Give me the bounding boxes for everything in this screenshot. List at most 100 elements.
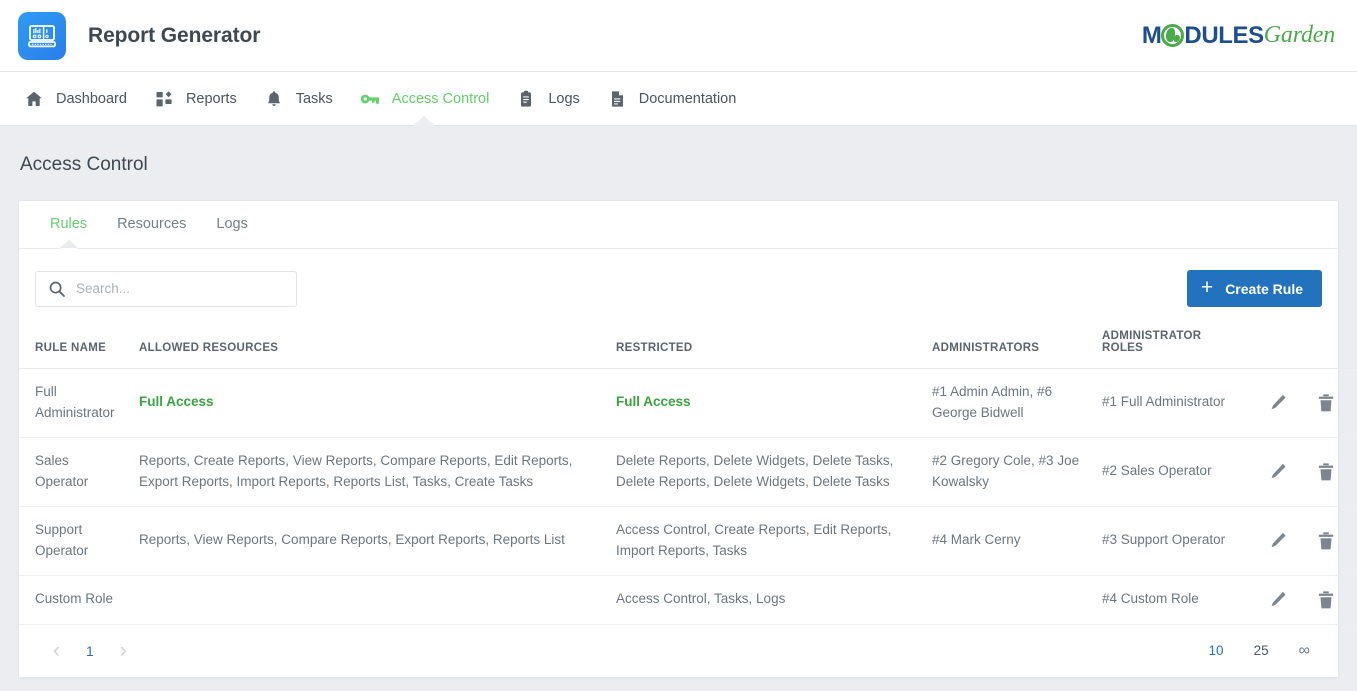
cell-administrator-roles: #4 Custom Role (1092, 575, 1252, 624)
cell-administrators: #1 Admin Admin, #6 George Bidwell (922, 369, 1092, 438)
cell-actions (1252, 369, 1357, 438)
globe-icon (1161, 24, 1184, 47)
cell-rule-name: Sales Operator (19, 437, 129, 506)
nav-label-documentation: Documentation (639, 91, 737, 107)
trash-icon[interactable] (1316, 530, 1336, 552)
create-rule-button[interactable]: + Create Rule (1187, 270, 1322, 307)
cell-actions (1252, 437, 1357, 506)
page-size-10[interactable]: 10 (1209, 643, 1224, 658)
cell-administrator-roles: #1 Full Administrator (1092, 369, 1252, 438)
tab-logs-label: Logs (216, 216, 247, 232)
tab-rules-label: Rules (50, 216, 87, 232)
brand-garden: Garden (1264, 22, 1335, 49)
rules-table: RULE NAME ALLOWED RESOURCES RESTRICTED A… (19, 324, 1357, 625)
card-tabs: Rules Resources Logs (19, 201, 1338, 249)
col-header-administrator-roles: ADMINISTRATOR ROLES (1092, 324, 1252, 369)
nav-label-dashboard: Dashboard (56, 91, 127, 107)
cell-restricted: Access Control, Tasks, Logs (606, 575, 922, 624)
cell-administrators (922, 575, 1092, 624)
nav-item-reports[interactable]: Reports (140, 72, 250, 125)
tab-resources[interactable]: Resources (102, 201, 201, 248)
nav-label-access-control: Access Control (392, 91, 490, 107)
search-box (35, 271, 297, 307)
page-number-1[interactable]: 1 (86, 643, 94, 659)
page-title: Access Control (18, 126, 1339, 200)
cell-administrator-roles: #3 Support Operator (1092, 506, 1252, 575)
cell-restricted: Access Control, Create Reports, Edit Rep… (606, 506, 922, 575)
bell-icon (263, 88, 285, 110)
full-access-badge: Full Access (616, 394, 691, 409)
nav-item-documentation[interactable]: Documentation (593, 72, 750, 125)
active-tab-indicator (60, 241, 78, 249)
cell-actions (1252, 506, 1357, 575)
table-header-row: RULE NAME ALLOWED RESOURCES RESTRICTED A… (19, 324, 1357, 369)
grid-blocks-icon (153, 88, 175, 110)
page-title-app: Report Generator (88, 24, 260, 48)
pencil-icon[interactable] (1268, 589, 1288, 611)
col-header-allowed-resources: ALLOWED RESOURCES (129, 324, 606, 369)
cell-rule-name: Support Operator (19, 506, 129, 575)
col-header-restricted: RESTRICTED (606, 324, 922, 369)
brand-m: M (1142, 22, 1162, 50)
cell-administrators: #2 Gregory Cole, #3 Joe Kowalsky (922, 437, 1092, 506)
nav-item-logs[interactable]: Logs (502, 72, 592, 125)
cell-administrators: #4 Mark Cerny (922, 506, 1092, 575)
pencil-icon[interactable] (1268, 461, 1288, 483)
cell-restricted: Delete Reports, Delete Widgets, Delete T… (606, 437, 922, 506)
clipboard-icon (515, 88, 537, 110)
cell-rule-name: Full Administrator (19, 369, 129, 438)
table-footer: ‹ 1 › 10 25 ∞ (19, 625, 1338, 677)
col-header-administrators: ADMINISTRATORS (922, 324, 1092, 369)
modulesgarden-logo: M DULES Garden (1142, 22, 1335, 50)
table-row: Sales Operator Reports, Create Reports, … (19, 437, 1357, 506)
cell-administrator-roles: #2 Sales Operator (1092, 437, 1252, 506)
chevron-left-icon[interactable]: ‹ (53, 640, 60, 661)
nav-label-logs: Logs (548, 91, 579, 107)
create-rule-label: Create Rule (1225, 281, 1303, 297)
chevron-right-icon[interactable]: › (120, 640, 127, 661)
tab-resources-label: Resources (117, 216, 186, 232)
page-size-all[interactable]: ∞ (1299, 642, 1310, 660)
brand-dules: DULES (1184, 22, 1263, 50)
table-row: Support Operator Reports, View Reports, … (19, 506, 1357, 575)
app-header: Report Generator M DULES Garden (0, 0, 1357, 72)
cell-allowed-resources (129, 575, 606, 624)
tab-logs[interactable]: Logs (201, 201, 262, 248)
page-size-selector: 10 25 ∞ (1209, 642, 1320, 660)
pencil-icon[interactable] (1268, 392, 1288, 414)
plus-icon: + (1201, 277, 1213, 298)
key-icon (359, 88, 381, 110)
nav-item-dashboard[interactable]: Dashboard (10, 72, 140, 125)
cell-allowed-resources: Full Access (129, 369, 606, 438)
main-navigation: Dashboard Reports Tasks (0, 72, 1357, 126)
search-input[interactable] (35, 271, 297, 307)
cell-rule-name: Custom Role (19, 575, 129, 624)
document-icon (606, 88, 628, 110)
full-access-badge: Full Access (139, 394, 214, 409)
tab-rules[interactable]: Rules (35, 201, 102, 248)
nav-label-tasks: Tasks (296, 91, 333, 107)
cell-actions (1252, 575, 1357, 624)
nav-label-reports: Reports (186, 91, 237, 107)
pencil-icon[interactable] (1268, 530, 1288, 552)
table-toolbar: + Create Rule (19, 249, 1338, 324)
rules-table-body: Full Administrator Full Access Full Acce… (19, 369, 1357, 625)
cell-allowed-resources: Reports, View Reports, Compare Reports, … (129, 506, 606, 575)
nav-item-access-control[interactable]: Access Control (346, 72, 503, 125)
page-size-25[interactable]: 25 (1254, 643, 1269, 658)
access-control-card: Rules Resources Logs (18, 200, 1339, 678)
col-header-actions (1252, 324, 1357, 369)
trash-icon[interactable] (1316, 392, 1336, 414)
table-row: Custom Role Access Control, Tasks, Logs … (19, 575, 1357, 624)
page-content: Access Control Rules Resources Logs (0, 126, 1357, 678)
report-generator-logo-icon (18, 12, 66, 60)
pagination: ‹ 1 › (53, 640, 127, 661)
active-nav-indicator (413, 116, 435, 126)
table-row: Full Administrator Full Access Full Acce… (19, 369, 1357, 438)
cell-allowed-resources: Reports, Create Reports, View Reports, C… (129, 437, 606, 506)
trash-icon[interactable] (1316, 589, 1336, 611)
cell-restricted: Full Access (606, 369, 922, 438)
nav-item-tasks[interactable]: Tasks (250, 72, 346, 125)
trash-icon[interactable] (1316, 461, 1336, 483)
col-header-rule-name: RULE NAME (19, 324, 129, 369)
